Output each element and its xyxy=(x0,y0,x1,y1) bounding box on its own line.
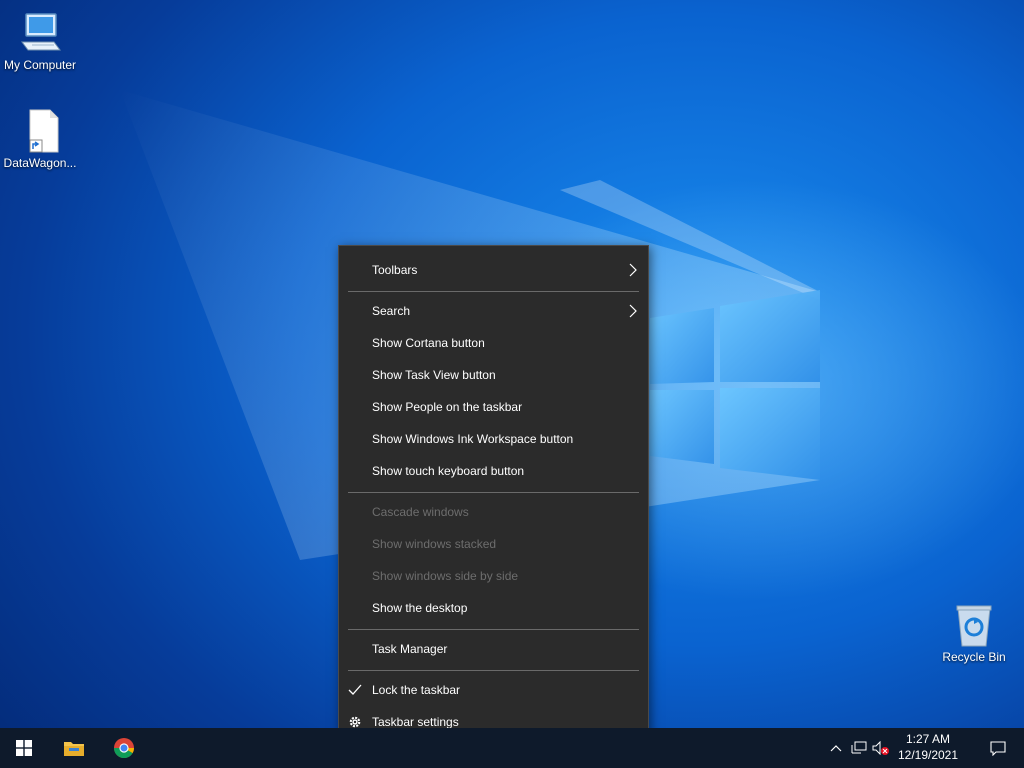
menu-item-show-cortana-button[interactable]: Show Cortana button xyxy=(339,327,648,359)
menu-item-toolbars[interactable]: Toolbars xyxy=(339,254,648,286)
menu-item-search[interactable]: Search xyxy=(339,295,648,327)
desktop[interactable]: My Computer DataWagon... Recycle Bin Too… xyxy=(0,0,1024,728)
chevron-up-icon xyxy=(830,745,842,752)
taskbar[interactable]: 1:27 AM 12/19/2021 xyxy=(0,728,1024,768)
menu-item-label: Cascade windows xyxy=(372,505,469,519)
gear-icon xyxy=(349,716,361,728)
volume-muted-icon xyxy=(872,741,889,755)
windows-logo-icon xyxy=(16,740,32,756)
menu-separator xyxy=(348,291,639,292)
network-icon xyxy=(851,741,867,754)
menu-item-label: Toolbars xyxy=(372,263,418,277)
menu-item-label: Show Windows Ink Workspace button xyxy=(372,432,574,446)
menu-item-show-people[interactable]: Show People on the taskbar xyxy=(339,391,648,423)
desktop-icon-recycle-bin[interactable]: Recycle Bin xyxy=(934,602,1014,664)
menu-item-label: Show People on the taskbar xyxy=(372,400,523,414)
notification-icon xyxy=(990,741,1006,756)
action-center-button[interactable] xyxy=(976,728,1020,768)
checkmark-icon xyxy=(348,684,362,695)
menu-item-show-windows-side-by-side: Show windows side by side xyxy=(339,560,648,592)
computer-icon xyxy=(21,13,61,51)
menu-item-task-manager[interactable]: Task Manager xyxy=(339,633,648,665)
desktop-icon-label: Recycle Bin xyxy=(942,650,1006,664)
menu-item-label: Lock the taskbar xyxy=(372,683,461,697)
menu-item-label: Show windows side by side xyxy=(372,569,519,583)
desktop-icon-datawagon[interactable]: DataWagon... xyxy=(0,108,80,170)
menu-item-cascade-windows: Cascade windows xyxy=(339,496,648,528)
menu-item-label: Show the desktop xyxy=(372,601,468,615)
chevron-right-icon xyxy=(629,304,637,318)
taskbar-context-menu: Toolbars Search Show Cortana button Show… xyxy=(338,245,649,728)
menu-item-label: Taskbar settings xyxy=(372,715,459,728)
menu-item-show-windows-stacked: Show windows stacked xyxy=(339,528,648,560)
clock: 1:27 AM 12/19/2021 xyxy=(892,731,964,763)
menu-item-label: Show windows stacked xyxy=(372,537,497,551)
menu-separator xyxy=(348,629,639,630)
recycle-bin-icon xyxy=(956,605,992,647)
network-button[interactable] xyxy=(848,728,870,768)
system-tray: 1:27 AM 12/19/2021 xyxy=(824,728,1024,768)
menu-item-label: Search xyxy=(372,304,411,318)
start-button[interactable] xyxy=(0,728,48,768)
menu-item-taskbar-settings[interactable]: Taskbar settings xyxy=(339,706,648,728)
file-shortcut-icon xyxy=(29,109,59,153)
menu-item-show-the-desktop[interactable]: Show the desktop xyxy=(339,592,648,624)
show-hidden-icons-button[interactable] xyxy=(824,728,848,768)
file-explorer-button[interactable] xyxy=(50,728,98,768)
clock-button[interactable]: 1:27 AM 12/19/2021 xyxy=(892,728,972,768)
menu-item-label: Task Manager xyxy=(372,642,448,656)
clock-date: 12/19/2021 xyxy=(897,748,959,762)
menu-item-show-touch-keyboard[interactable]: Show touch keyboard button xyxy=(339,455,648,487)
chrome-button[interactable] xyxy=(100,728,148,768)
menu-separator xyxy=(348,670,639,671)
folder-icon xyxy=(64,742,84,756)
menu-item-lock-the-taskbar[interactable]: Lock the taskbar xyxy=(339,674,648,706)
chrome-icon xyxy=(113,738,135,759)
volume-button[interactable] xyxy=(870,728,892,768)
desktop-icon-my-computer[interactable]: My Computer xyxy=(0,10,80,72)
menu-item-label: Show touch keyboard button xyxy=(372,464,525,478)
desktop-icon-label: DataWagon... xyxy=(3,156,77,170)
menu-item-show-ink-workspace[interactable]: Show Windows Ink Workspace button xyxy=(339,423,648,455)
desktop-icon-label: My Computer xyxy=(3,58,77,72)
chevron-right-icon xyxy=(629,263,637,277)
menu-item-label: Show Task View button xyxy=(372,368,496,382)
clock-time: 1:27 AM xyxy=(905,732,951,746)
menu-item-show-task-view-button[interactable]: Show Task View button xyxy=(339,359,648,391)
menu-item-label: Show Cortana button xyxy=(372,336,485,350)
menu-separator xyxy=(348,492,639,493)
